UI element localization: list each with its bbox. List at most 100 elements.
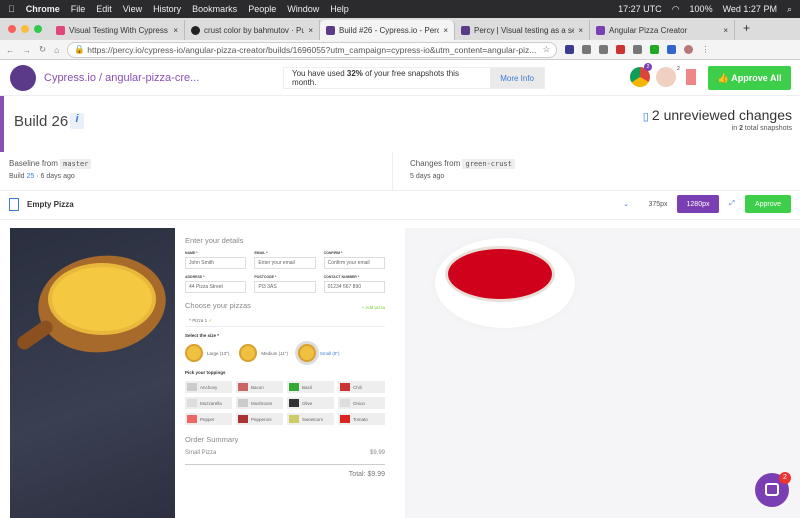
pizza-item-toggle[interactable]: ^ Pizza 1 ✓ <box>185 316 385 327</box>
extension-icon[interactable] <box>667 45 677 54</box>
topping-anchovy[interactable]: Anchovy <box>185 381 232 393</box>
name-field[interactable]: NAME * John Smith <box>185 251 247 269</box>
menu-window[interactable]: Window <box>287 4 319 14</box>
menu-view[interactable]: View <box>123 4 142 14</box>
lock-icon: 🔒 <box>74 44 88 54</box>
baseline-branch: master <box>60 159 92 169</box>
topping-onion[interactable]: Onion <box>338 397 385 409</box>
maximize-window-button[interactable] <box>34 25 42 33</box>
topping-sweetcorn[interactable]: Sweetcorn <box>287 413 334 425</box>
tab-percy[interactable]: Percy | Visual testing as a serv × <box>455 20 590 40</box>
extension-icon[interactable] <box>565 45 575 54</box>
more-info-button[interactable]: More Info <box>490 68 544 88</box>
baseline-screenshot[interactable]: Enter your details NAME * John Smith EMAI… <box>10 228 395 518</box>
topping-chili[interactable]: Chili <box>338 381 385 393</box>
width-1280-button[interactable]: 1280px <box>677 195 719 213</box>
datetime[interactable]: Wed 1:27 PM <box>723 4 777 15</box>
url-input[interactable]: 🔒 https://percy.io/cypress-io/angular-pi… <box>67 41 558 58</box>
extension-icon[interactable] <box>650 45 660 54</box>
extension-icon[interactable] <box>599 45 609 54</box>
close-tab-icon[interactable]: × <box>723 26 728 35</box>
profile-avatar[interactable] <box>684 45 694 54</box>
topping-label: Basil <box>302 384 312 390</box>
forward-icon[interactable]: → <box>23 45 32 55</box>
topping-mushroom[interactable]: Mushroom <box>236 397 283 409</box>
contact-number-field[interactable]: CONTACT NUMBER * 01234 567 890 <box>323 275 385 293</box>
percy-icon <box>326 25 335 35</box>
topping-basil[interactable]: Basil <box>287 381 334 393</box>
extension-icon[interactable] <box>582 45 592 54</box>
tab-angular-pizza[interactable]: Angular Pizza Creator × <box>590 20 735 40</box>
percy-hedgehog-logo[interactable] <box>10 64 36 91</box>
extension-icon[interactable] <box>616 45 626 54</box>
topping-icon <box>187 415 197 423</box>
menu-bookmarks[interactable]: Bookmarks <box>192 4 237 14</box>
topping-tomato[interactable]: Tomato <box>338 413 385 425</box>
topping-pepper[interactable]: Pepper <box>185 413 232 425</box>
approve-button[interactable]: Approve <box>745 195 791 213</box>
size-large[interactable]: Large (13") <box>185 344 229 362</box>
tab-title: crust color by bahmutov · Pull <box>204 25 305 35</box>
window-controls <box>0 25 50 40</box>
topping-olive[interactable]: Olive <box>287 397 334 409</box>
reload-icon[interactable]: ↻ <box>39 44 46 55</box>
topping-label: Olive <box>302 400 313 406</box>
snapshot-name[interactable]: Empty Pizza <box>27 200 74 209</box>
email-field[interactable]: EMAIL * Enter your email <box>254 251 316 269</box>
tab-percy-build[interactable]: Build #26 - Cypress.io - Percy × <box>320 20 455 40</box>
info-icon[interactable]: i <box>70 113 84 129</box>
tab-favicon <box>56 25 65 35</box>
menu-kebab-icon[interactable]: ⋮ <box>701 44 710 55</box>
add-pizza-link[interactable]: + Add pizza <box>362 305 385 310</box>
menu-file[interactable]: File <box>71 4 86 14</box>
topping-icon <box>289 399 299 407</box>
wifi-icon[interactable]: ◠ <box>672 4 680 15</box>
close-window-button[interactable] <box>8 25 16 33</box>
url-text: https://percy.io/cypress-io/angular-pizz… <box>87 44 537 55</box>
size-medium[interactable]: Medium (11") <box>239 344 288 362</box>
menu-edit[interactable]: Edit <box>96 4 112 14</box>
address-field[interactable]: ADDRESS * 44 Pizza Street <box>185 275 247 293</box>
close-tab-icon[interactable]: × <box>173 26 178 35</box>
topping-icon <box>238 383 248 391</box>
topping-label: Onion <box>353 400 366 406</box>
tab-visual-testing[interactable]: Visual Testing With Cypress a × <box>50 20 185 40</box>
tab-github-pr[interactable]: crust color by bahmutov · Pull × <box>185 20 320 40</box>
search-icon[interactable]: ⌕ <box>787 4 792 15</box>
back-icon[interactable]: ← <box>6 45 15 55</box>
bookmark-star-icon[interactable]: ☆ <box>543 44 551 55</box>
chevron-down-icon[interactable]: ⌄ <box>616 195 636 213</box>
close-tab-icon[interactable]: × <box>308 26 313 35</box>
width-375-button[interactable]: 375px <box>643 195 673 213</box>
usage-notice: You have used 32% of your free snapshots… <box>283 67 545 89</box>
menu-history[interactable]: History <box>153 4 181 14</box>
apple-icon[interactable]:  <box>8 4 15 14</box>
close-tab-icon[interactable]: × <box>443 26 448 35</box>
breadcrumb[interactable]: Cypress.io / angular-pizza-cre... <box>44 72 199 84</box>
menu-app[interactable]: Chrome <box>26 4 60 14</box>
snapshots-icon[interactable] <box>686 69 696 85</box>
extension-icon[interactable] <box>633 45 643 54</box>
changes-branch: green-crust <box>462 159 515 169</box>
thumbs-up-icon: 👍 <box>717 72 732 83</box>
firefox-browser-icon[interactable] <box>656 67 676 87</box>
menu-help[interactable]: Help <box>330 4 349 14</box>
approve-all-button[interactable]: 👍 Approve All <box>708 66 791 90</box>
build-title: Build 26 <box>14 113 69 130</box>
close-tab-icon[interactable]: × <box>578 26 583 35</box>
size-small[interactable]: Small (9") <box>297 344 340 362</box>
menu-people[interactable]: People <box>248 4 276 14</box>
new-tab-button[interactable]: + <box>735 21 758 40</box>
fullscreen-icon[interactable]: ⤢ <box>724 195 740 213</box>
minimize-window-button[interactable] <box>21 25 29 33</box>
topping-bacon[interactable]: Bacon <box>236 381 283 393</box>
mac-menubar:  Chrome File Edit View History Bookmark… <box>0 0 800 18</box>
confirm-email-field[interactable]: CONFIRM * Confirm your email <box>323 251 385 269</box>
topping-pepperoni[interactable]: Pepperoni <box>236 413 283 425</box>
home-icon[interactable]: ⌂ <box>54 45 59 55</box>
pizzas-title: Choose your pizzas <box>185 301 251 310</box>
changes-screenshot[interactable] <box>405 228 800 518</box>
topping-label: Sweetcorn <box>302 416 324 422</box>
postcode-field[interactable]: POSTCODE * PI3 3AS <box>254 275 316 293</box>
topping-mozzarella[interactable]: Mozzarella <box>185 397 232 409</box>
